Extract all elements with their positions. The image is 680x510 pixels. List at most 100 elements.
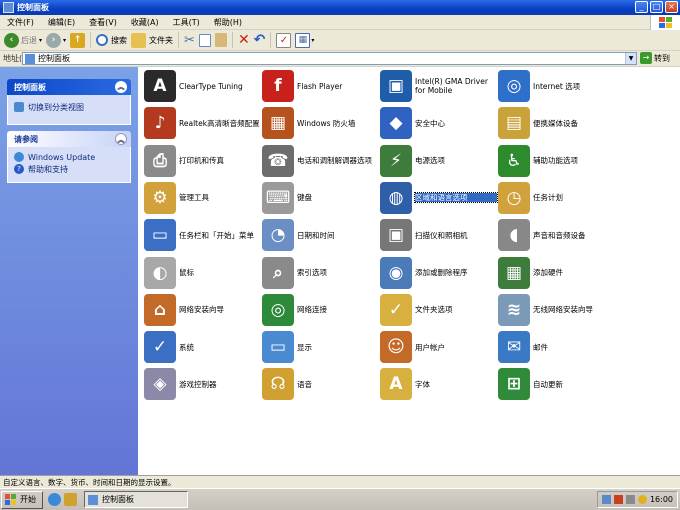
control-panel-item[interactable]: ♿ 辅助功能选项 (498, 144, 616, 178)
menu-view[interactable]: 查看(V) (82, 17, 124, 28)
control-panel-item[interactable]: ◈ 游戏控制器 (144, 367, 262, 401)
control-panel-item[interactable]: ▭ 显示 (262, 330, 380, 364)
menu-edit[interactable]: 编辑(E) (41, 17, 82, 28)
undo-button[interactable]: ↶ (252, 31, 268, 49)
control-panel-item[interactable]: ⚡ 电源选项 (380, 144, 498, 178)
control-panel-item[interactable]: A ClearType Tuning (144, 69, 262, 103)
control-panel-item[interactable]: ▣ 扫描仪和照相机 (380, 218, 498, 252)
control-panel-item[interactable]: ▭ 任务栏和「开始」菜单 (144, 218, 262, 252)
minimize-button[interactable]: _ (635, 1, 648, 13)
search-button[interactable]: 搜索 (94, 31, 129, 49)
taskbar-item-control-panel[interactable]: 控制面板 (84, 491, 188, 508)
see-also-header[interactable]: 请参阅 ︽ (7, 131, 131, 147)
go-button[interactable]: → 转到 (640, 52, 670, 64)
control-panel-item[interactable]: ◉ 添加或删除程序 (380, 256, 498, 290)
toolbar: ‹ 后退 ▾ › ▾ ↑ 搜索 文件夹 ✂ ✕ ↶ ✓ ▦ ▾ (0, 30, 680, 51)
paste-button[interactable] (213, 31, 229, 49)
control-panel-item[interactable]: ⌨ 键盘 (262, 181, 380, 215)
menu-file[interactable]: 文件(F) (0, 17, 41, 28)
windows-update-link[interactable]: Windows Update (14, 151, 124, 163)
forward-button[interactable]: › ▾ (44, 31, 68, 49)
game-controller-icon: ◈ (144, 368, 176, 401)
control-panel-item-label: 显示 (297, 342, 312, 352)
control-panel-header[interactable]: 控制面板 ︽ (7, 79, 131, 95)
collapse-icon[interactable]: ︽ (115, 133, 127, 145)
go-label: 转到 (654, 53, 670, 63)
cut-button[interactable]: ✂ (182, 31, 197, 49)
scanner-camera-icon: ▣ (380, 219, 412, 252)
control-panel-item[interactable]: ⊞ 自动更新 (498, 367, 616, 401)
control-panel-item[interactable]: ✓ 文件夹选项 (380, 293, 498, 327)
control-panel-item[interactable]: ☺ 用户帐户 (380, 330, 498, 364)
internet-explorer-icon[interactable] (48, 493, 61, 506)
help-support-link[interactable]: ? 帮助和支持 (14, 163, 124, 175)
control-panel-item[interactable]: ▦ 添加硬件 (498, 256, 616, 290)
wireless-setup-icon: ≋ (498, 293, 530, 326)
menu-help[interactable]: 帮助(H) (207, 17, 249, 28)
folders-button[interactable]: 文件夹 (129, 31, 175, 49)
control-panel-item[interactable]: ◆ 安全中心 (380, 106, 498, 140)
taskbar-item-label: 控制面板 (102, 495, 134, 504)
control-panel-item-label: 便携媒体设备 (533, 118, 578, 128)
switch-category-view-link[interactable]: 切换到分类视图 (14, 101, 124, 113)
taskbar: 开始 控制面板 16:00 (0, 488, 680, 510)
control-panel-item-label: 添加硬件 (533, 268, 563, 277)
menu-favorites[interactable]: 收藏(A) (124, 17, 166, 28)
control-panel-item[interactable]: ▦ Windows 防火墙 (262, 106, 380, 140)
control-panel-item[interactable]: ◐ 鼠标 (144, 256, 262, 290)
control-panel-item[interactable]: ☊ 语音 (262, 367, 380, 401)
control-panel-item[interactable]: ▣ Intel(R) GMA Driver for Mobile (380, 69, 498, 103)
close-button[interactable]: × (665, 1, 678, 13)
toolbar-separator (231, 32, 233, 48)
start-button[interactable]: 开始 (1, 490, 43, 509)
automatic-updates-icon: ⊞ (498, 368, 530, 401)
menu-tools[interactable]: 工具(T) (166, 17, 207, 28)
control-panel-item[interactable]: ◎ Internet 选项 (498, 69, 616, 103)
back-button[interactable]: ‹ 后退 ▾ (2, 31, 44, 49)
control-panel-item[interactable]: ⚙ 管理工具 (144, 181, 262, 215)
control-panel-item[interactable]: ◔ 日期和时间 (262, 218, 380, 252)
cut-icon: ✂ (184, 32, 195, 48)
security-tray-icon[interactable] (613, 495, 623, 504)
control-panel-item[interactable]: ◖ 声音和音频设备 (498, 218, 616, 252)
control-panel-item[interactable]: f Flash Player (262, 69, 380, 103)
address-field[interactable]: 控制面板 ▼ (22, 52, 637, 65)
update-tray-icon[interactable] (637, 495, 647, 504)
control-panel-item[interactable]: ⌕ 索引选项 (262, 256, 380, 290)
views-button[interactable]: ▦ ▾ (293, 31, 316, 49)
address-dropdown-icon[interactable]: ▼ (625, 53, 636, 64)
control-panel-item[interactable]: ◷ 任务计划 (498, 181, 616, 215)
control-panel-item-label: 扫描仪和照相机 (415, 230, 468, 240)
show-desktop-icon[interactable] (64, 493, 77, 506)
properties-button[interactable]: ✓ (274, 31, 293, 49)
control-panel-item[interactable]: A 字体 (380, 367, 498, 401)
control-panel-item-label: Windows 防火墙 (297, 118, 356, 128)
undo-icon: ↶ (253, 32, 266, 48)
control-panel-item-label: Flash Player (297, 81, 343, 91)
see-also-box-body: Windows Update ? 帮助和支持 (7, 147, 131, 183)
control-panel-item[interactable]: ≋ 无线网络安装向导 (498, 293, 616, 327)
control-panel-item[interactable]: ♪ Realtek高清晰音频配置 (144, 106, 262, 140)
copy-button[interactable] (197, 31, 213, 49)
control-panel-item[interactable]: ⌂ 网络安装向导 (144, 293, 262, 327)
control-panel-item-label: 索引选项 (297, 268, 327, 277)
copy-icon (198, 33, 211, 47)
control-panel-item[interactable]: ✉ 邮件 (498, 330, 616, 364)
control-panel-items: A ClearType Tuning f Flash Player ▣ Intel(R) … (138, 67, 680, 475)
collapse-icon[interactable]: ︽ (115, 81, 127, 93)
control-panel-item[interactable]: ✓ 系统 (144, 330, 262, 364)
network-setup-icon: ⌂ (144, 293, 176, 326)
up-folder-button[interactable]: ↑ (68, 31, 87, 49)
control-panel-item[interactable]: ◍ 区域和语言选项 (380, 181, 498, 215)
control-panel-item[interactable]: ◎ 网络连接 (262, 293, 380, 327)
maximize-button[interactable]: □ (650, 1, 663, 13)
clock[interactable]: 16:00 (650, 495, 673, 504)
taskbar-start-icon: ▭ (144, 219, 176, 252)
control-panel-item[interactable]: ⎙ 打印机和传真 (144, 144, 262, 178)
back-label: 后退 (21, 35, 37, 45)
volume-tray-icon[interactable] (625, 495, 635, 504)
network-tray-icon[interactable] (601, 495, 611, 504)
control-panel-item[interactable]: ▤ 便携媒体设备 (498, 106, 616, 140)
control-panel-item[interactable]: ☎ 电话和调制解调器选项 (262, 144, 380, 178)
delete-button[interactable]: ✕ (236, 31, 252, 49)
